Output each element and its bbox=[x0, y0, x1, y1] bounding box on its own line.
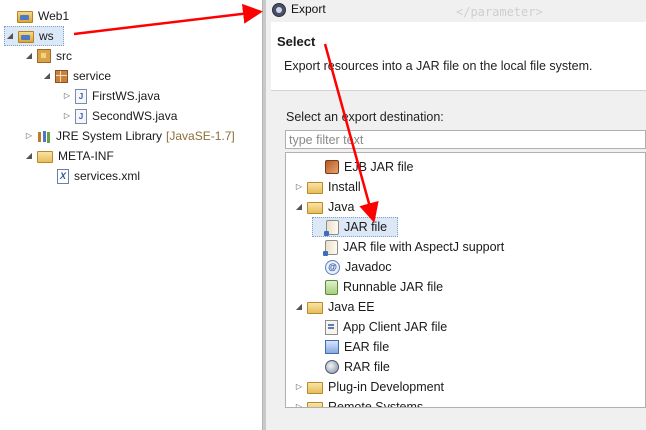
tree-item-web1[interactable]: Web1 bbox=[4, 6, 69, 26]
collapse-arrow-icon[interactable]: ◢ bbox=[24, 146, 34, 166]
tree-item-remote-systems[interactable]: ▷ Remote Systems bbox=[294, 397, 424, 408]
tree-item-firstws[interactable]: ▷ J FirstWS.java bbox=[62, 86, 160, 106]
tree-item-label: src bbox=[56, 49, 72, 63]
export-wizard-icon bbox=[272, 3, 286, 17]
jar-file-icon bbox=[324, 219, 339, 236]
destination-label: Select an export destination: bbox=[286, 110, 444, 124]
tree-item-label: META-INF bbox=[58, 149, 114, 163]
tree-item-runnable-jar[interactable]: Runnable JAR file bbox=[312, 277, 443, 297]
dialog-title: Export bbox=[291, 2, 326, 16]
tree-item-label: service bbox=[73, 69, 112, 83]
tree-item-decoration: [JavaSE-1.7] bbox=[166, 129, 235, 143]
project-folder-icon bbox=[18, 31, 34, 43]
tree-item-ejb-jar[interactable]: EJB JAR file bbox=[312, 157, 413, 177]
expand-arrow-icon[interactable]: ▷ bbox=[294, 377, 304, 397]
folder-icon bbox=[307, 182, 323, 194]
export-destination-tree[interactable]: EJB JAR file ▷ Install ◢ Java JAR file J… bbox=[285, 152, 646, 408]
tree-item-install[interactable]: ▷ Install bbox=[294, 177, 361, 197]
project-folder-icon bbox=[17, 11, 33, 23]
collapse-arrow-icon[interactable]: ◢ bbox=[294, 297, 304, 317]
aspectj-jar-icon bbox=[323, 239, 338, 256]
runnable-jar-icon bbox=[325, 279, 338, 295]
wizard-header: Select Export resources into a JAR file … bbox=[271, 22, 646, 91]
folder-icon bbox=[307, 402, 323, 407]
tree-item-jar-file[interactable]: JAR file bbox=[312, 217, 398, 237]
wizard-page-description: Export resources into a JAR file on the … bbox=[284, 59, 593, 73]
tree-item-label: Plug-in Development bbox=[328, 380, 445, 394]
tree-item-java-ee[interactable]: ◢ Java EE bbox=[294, 297, 375, 317]
folder-icon bbox=[307, 382, 323, 394]
tree-item-label: SecondWS.java bbox=[92, 109, 178, 123]
tree-item-label: JAR file bbox=[344, 220, 388, 234]
tree-item-service[interactable]: ◢ service bbox=[42, 66, 111, 86]
folder-icon bbox=[307, 302, 323, 314]
tree-item-label: JRE System Library bbox=[56, 129, 163, 143]
tree-item-label: Javadoc bbox=[345, 260, 392, 274]
tree-item-app-client-jar[interactable]: App Client JAR file bbox=[312, 317, 447, 337]
expand-arrow-icon[interactable]: ▷ bbox=[24, 126, 34, 146]
tree-item-label: RAR file bbox=[344, 360, 390, 374]
project-explorer: Web1 ◢ ws ◢ src ◢ service ▷ J FirstWS.ja… bbox=[0, 0, 262, 430]
tree-item-javadoc[interactable]: @ Javadoc bbox=[312, 257, 392, 277]
tree-item-plugin-development[interactable]: ▷ Plug-in Development bbox=[294, 377, 444, 397]
tree-item-label: Web1 bbox=[38, 9, 70, 23]
tree-item-secondws[interactable]: ▷ J SecondWS.java bbox=[62, 106, 177, 126]
tree-item-label: App Client JAR file bbox=[343, 320, 448, 334]
tree-item-label: Java bbox=[328, 200, 355, 214]
export-dialog: Export </parameter> Select Export resour… bbox=[266, 0, 646, 430]
xml-file-icon: X bbox=[57, 168, 69, 184]
tree-item-label: FirstWS.java bbox=[92, 89, 161, 103]
folder-icon bbox=[37, 151, 53, 163]
java-file-icon: J bbox=[75, 108, 87, 124]
tree-item-rar-file[interactable]: RAR file bbox=[312, 357, 390, 377]
tree-item-aspectj-jar[interactable]: JAR file with AspectJ support bbox=[312, 237, 504, 257]
package-icon bbox=[55, 69, 68, 83]
source-folder-icon bbox=[37, 49, 51, 63]
ejb-jar-icon bbox=[325, 160, 339, 174]
tree-item-label: services.xml bbox=[74, 169, 141, 183]
expand-arrow-icon[interactable]: ▷ bbox=[294, 177, 304, 197]
tree-item-label: Install bbox=[328, 180, 361, 194]
tree-item-ws[interactable]: ◢ ws bbox=[4, 26, 64, 46]
collapse-arrow-icon[interactable]: ◢ bbox=[42, 66, 52, 86]
collapse-arrow-icon[interactable]: ◢ bbox=[24, 46, 34, 66]
tree-item-meta-inf[interactable]: ◢ META-INF bbox=[24, 146, 114, 166]
wizard-page-title: Select bbox=[277, 34, 316, 49]
ear-file-icon bbox=[325, 340, 339, 354]
collapse-arrow-icon[interactable]: ◢ bbox=[294, 197, 304, 217]
expand-arrow-icon[interactable]: ▷ bbox=[294, 397, 304, 407]
expand-arrow-icon[interactable]: ▷ bbox=[62, 86, 72, 106]
folder-icon bbox=[307, 202, 323, 214]
dialog-titlebar[interactable]: Export </parameter> bbox=[266, 0, 646, 21]
tree-item-java[interactable]: ◢ Java bbox=[294, 197, 354, 217]
tree-item-label: EAR file bbox=[344, 340, 390, 354]
library-icon bbox=[37, 130, 51, 143]
tree-item-label: ws bbox=[39, 29, 54, 43]
expand-arrow-icon[interactable]: ▷ bbox=[62, 106, 72, 126]
rar-file-icon bbox=[325, 360, 339, 374]
tree-item-src[interactable]: ◢ src bbox=[24, 46, 72, 66]
tree-item-label: EJB JAR file bbox=[344, 160, 414, 174]
tree-item-label: Runnable JAR file bbox=[343, 280, 444, 294]
collapse-arrow-icon[interactable]: ◢ bbox=[5, 27, 15, 45]
javadoc-icon: @ bbox=[325, 259, 340, 275]
filter-input[interactable] bbox=[285, 130, 646, 149]
java-file-icon: J bbox=[75, 88, 87, 104]
background-code-text: </parameter> bbox=[456, 5, 543, 19]
app-client-icon bbox=[325, 319, 338, 335]
tree-item-jre-library[interactable]: ▷ JRE System Library [JavaSE-1.7] bbox=[24, 126, 235, 146]
tree-item-label: Remote Systems bbox=[328, 400, 424, 408]
tree-item-services-xml[interactable]: X services.xml bbox=[44, 166, 140, 186]
tree-item-ear-file[interactable]: EAR file bbox=[312, 337, 389, 357]
tree-item-label: JAR file with AspectJ support bbox=[343, 240, 505, 254]
tree-item-label: Java EE bbox=[328, 300, 375, 314]
